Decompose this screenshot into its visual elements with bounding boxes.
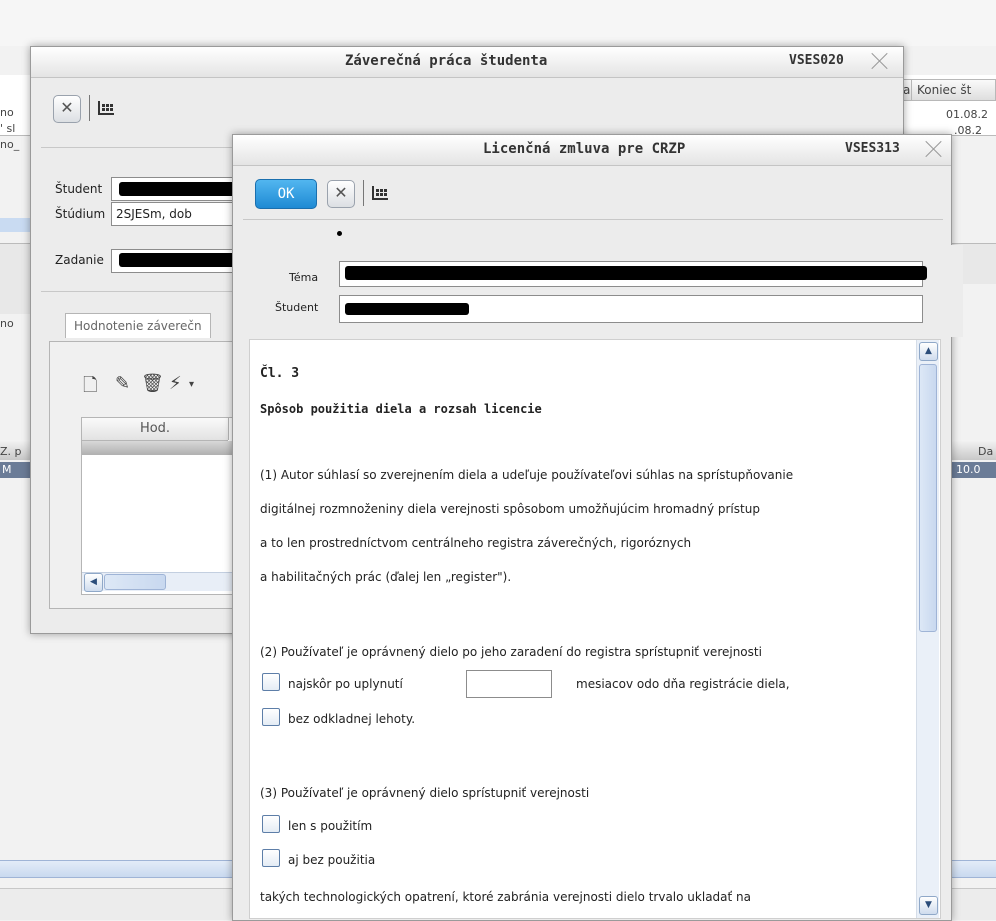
paragraph-3-tail: takých technologických opatrení, ktoré z… [260, 890, 751, 904]
checkbox-without[interactable] [262, 849, 280, 867]
scroll-thumb[interactable] [104, 574, 166, 590]
bg-fragment: 10.0 [956, 463, 981, 476]
dialog-code: VSES313 [845, 141, 900, 156]
checkbox-only-with-label: len s použitím [288, 819, 373, 833]
license-content-pane[interactable]: Čl. 3 Spôsob použitia diela a rozsah lic… [249, 339, 941, 919]
dialog-title: Záverečná práca študenta [345, 53, 548, 69]
months-suffix-label: mesiacov odo dňa registrácie diela, [576, 677, 790, 691]
checkbox-immediate-label: bez odkladnej lehoty. [288, 712, 416, 726]
close-icon[interactable] [869, 50, 891, 72]
dialog-license-agreement: Licenčná zmluva pre CRZP VSES313 OK ✕ Té… [232, 134, 963, 921]
checkbox-immediate[interactable] [262, 708, 280, 726]
new-document-icon[interactable]: 🗋 [83, 373, 97, 403]
table-horizontal-scrollbar[interactable]: ◀ [82, 572, 240, 592]
field-label-study: Štúdium [55, 207, 106, 221]
field-label-student: Študent [55, 182, 103, 196]
vertical-scrollbar[interactable]: ▲ ▼ [916, 340, 939, 918]
dot-marker [337, 231, 342, 236]
study-field[interactable]: 2SJESm, dob [111, 202, 237, 226]
checkbox-only-with[interactable] [262, 815, 280, 833]
bg-fragment: Z. p [0, 445, 22, 458]
field-label-student: Študent [275, 301, 319, 314]
bg-panel [0, 243, 30, 314]
toolbar-separator [89, 95, 90, 121]
close-icon: ✕ [60, 98, 74, 117]
column-divider [911, 80, 912, 100]
checkbox-delayed[interactable] [262, 673, 280, 691]
bg-fragment: no [0, 106, 14, 119]
table-header[interactable]: Hod. [82, 418, 228, 441]
field-label-assignment: Zadanie [55, 253, 104, 267]
cancel-button[interactable]: ✕ [327, 180, 355, 208]
article-title: Čl. 3 [260, 366, 300, 381]
header-fields-panel [249, 245, 963, 337]
tab-thesis-evaluation[interactable]: Hodnotenie záverečn [65, 313, 211, 338]
bg-fragment: no_ [0, 138, 20, 151]
table-header-divider [228, 418, 229, 440]
dialog-title: Licenčná zmluva pre CRZP [483, 141, 686, 157]
scroll-up-button[interactable]: ▲ [919, 342, 938, 361]
dialog-code: VSES020 [789, 53, 844, 68]
paragraph-1-line: a to len prostredníctvom centrálneho reg… [260, 536, 692, 550]
scroll-thumb[interactable] [919, 364, 937, 632]
bg-fragment: no [0, 317, 14, 330]
article-subtitle: Spôsob použitia diela a rozsah licencie [260, 402, 542, 416]
checkbox-without-label: aj bez použitia [288, 853, 376, 867]
background-window-top [0, 0, 996, 46]
grid-layout-icon[interactable] [371, 184, 389, 202]
run-action-icon[interactable]: ⚡ [169, 373, 182, 394]
bg-fragment: Da [978, 445, 994, 458]
bg-horizontal-scrollbar[interactable] [0, 860, 236, 878]
redaction-mark [119, 182, 235, 196]
column-header-a: a [903, 83, 911, 97]
redaction-mark [119, 253, 245, 267]
chevron-down-icon[interactable]: ▾ [189, 379, 194, 390]
cancel-button[interactable]: ✕ [53, 95, 81, 123]
ok-button[interactable]: OK [255, 179, 317, 209]
edit-pencil-icon[interactable]: ✎ [115, 373, 130, 394]
grid-layout-icon[interactable] [97, 99, 115, 117]
scroll-left-button[interactable]: ◀ [84, 573, 103, 592]
bg-date-2: .08.2 [954, 124, 982, 137]
dialog-title-bar[interactable]: Záverečná práca študenta VSES020 [31, 47, 903, 78]
close-icon[interactable] [923, 138, 945, 160]
bg-fragment: M [2, 463, 12, 476]
paragraph-1-line: digitálnej rozmnoženiny diela verejnosti… [260, 502, 760, 516]
bg-fragment: ' sl [0, 122, 16, 135]
paragraph-2: (2) Používateľ je oprávnený dielo po jeh… [260, 645, 762, 659]
close-icon: ✕ [334, 183, 348, 202]
bg-date-1: 01.08.2 [946, 108, 988, 121]
column-header-koniec: Koniec št [917, 83, 972, 97]
months-input[interactable] [466, 670, 552, 698]
paragraph-1-line: (1) Autor súhlasí so zverejnením diela a… [260, 468, 794, 482]
background-column-header[interactable]: a Koniec št [898, 79, 996, 101]
tab-area-border [41, 291, 241, 292]
redaction-mark [345, 266, 927, 280]
trash-icon[interactable]: 🗑 [141, 373, 164, 394]
toolbar-separator [363, 180, 364, 206]
paragraph-1-line: a habilitačných prác (ďalej len „registe… [260, 570, 512, 584]
toolbar-divider [243, 219, 943, 220]
dialog-title-bar[interactable]: Licenčná zmluva pre CRZP VSES313 [233, 135, 951, 166]
redaction-mark [345, 303, 469, 315]
table-subheader [82, 441, 240, 455]
bg-selected-row [0, 218, 30, 232]
scroll-down-button[interactable]: ▼ [919, 896, 938, 915]
field-label-topic: Téma [289, 271, 319, 284]
checkbox-delayed-label: najskôr po uplynutí [288, 677, 403, 691]
paragraph-3: (3) Používateľ je oprávnený dielo spríst… [260, 786, 590, 800]
